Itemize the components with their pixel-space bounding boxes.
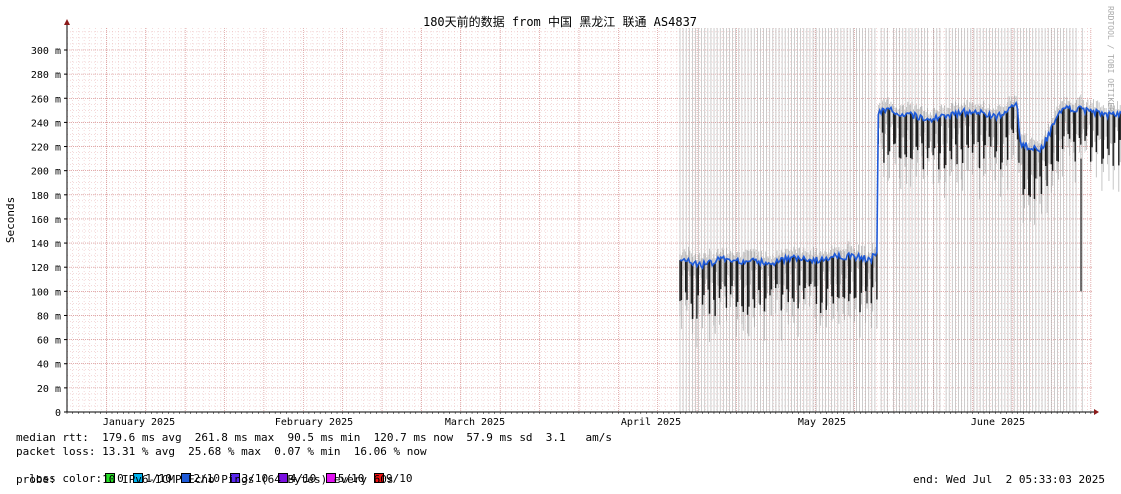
y-tick-label: 220 m xyxy=(31,143,61,154)
median-rtt-stats: median rtt: 179.6 ms avg 261.8 ms max 90… xyxy=(16,431,613,444)
y-tick-label: 240 m xyxy=(31,118,61,129)
chart-grid xyxy=(66,28,1092,413)
y-tick-label: 140 m xyxy=(31,239,61,250)
y-tick-label: 280 m xyxy=(31,70,61,81)
y-axis-label: Seconds xyxy=(4,197,17,243)
y-tick-label: 180 m xyxy=(31,191,61,202)
chart-axes xyxy=(64,19,1099,415)
y-tick-label: 40 m xyxy=(37,360,61,371)
x-tick-label: May 2025 xyxy=(798,417,846,428)
x-tick-label: April 2025 xyxy=(621,417,681,428)
y-tick-label: 60 m xyxy=(37,336,61,347)
x-axis-arrow xyxy=(1094,409,1099,415)
y-tick-label: 100 m xyxy=(31,287,61,298)
chart-title: 180天前的数据 from 中国 黑龙江 联通 AS4837 xyxy=(423,14,697,29)
y-tick-labels: 0 20 m 40 m 60 m 80 m 100 m 120 m 140 m 160 m 180… xyxy=(31,46,61,419)
y-axis-arrow xyxy=(64,19,70,25)
x-tick-label: February 2025 xyxy=(275,417,353,428)
y-tick-label: 120 m xyxy=(31,263,61,274)
smokeping-chart: 0 20 m 40 m 60 m 80 m 100 m 120 m 140 m 160 m 180… xyxy=(4,6,1121,428)
x-tick-label: June 2025 xyxy=(971,417,1025,428)
y-tick-label: 80 m xyxy=(37,311,61,322)
x-tick-labels: January 2025 February 2025 March 2025 April… xyxy=(103,417,1025,428)
y-tick-label: 160 m xyxy=(31,215,61,226)
y-tick-label: 300 m xyxy=(31,46,61,57)
packet-loss-stats: packet loss: 13.31 % avg 25.68 % max 0.0… xyxy=(16,445,427,458)
x-tick-label: March 2025 xyxy=(445,417,505,428)
rrdtool-watermark: RRDTOOL / TOBI OETIKER xyxy=(1106,6,1115,112)
probe-info: probe: 10 IPv6-ICMP Echo Pings (64 Bytes… xyxy=(16,473,394,486)
packet-loss-spikes xyxy=(679,28,1083,412)
end-timestamp: end: Wed Jul 2 05:33:03 2025 xyxy=(912,473,1105,486)
x-tick-label: January 2025 xyxy=(103,417,175,428)
y-tick-label: 260 m xyxy=(31,94,61,105)
y-tick-label: 0 xyxy=(55,408,61,419)
y-tick-label: 20 m xyxy=(37,384,61,395)
y-tick-label: 200 m xyxy=(31,167,61,178)
